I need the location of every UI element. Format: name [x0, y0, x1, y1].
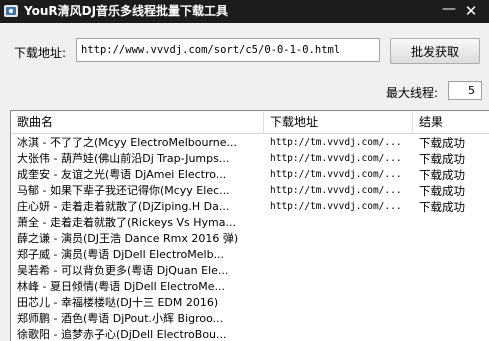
title-bar: YouR清风DJ音乐多线程批量下载工具 — ✕: [0, 0, 489, 23]
download-url-cell: http://tm.vvvdj.com/...: [270, 185, 402, 196]
result-cell: [419, 327, 489, 341]
list-row[interactable]: 庄心妍 - 走着走着就散了(DjZiping.H Da... http://tm…: [11, 199, 489, 215]
list-row[interactable]: 成奎安 - 友谊之光(粤语 DjAmei Electro... http://t…: [11, 167, 489, 183]
download-url-cell: [270, 311, 411, 327]
download-url-cell: http://tm.vvvdj.com/...: [270, 137, 402, 148]
song-name-cell: 吴若希 - 可以背负更多(粤语 DjQuan Ele...: [17, 264, 229, 277]
list-row[interactable]: 冰淇 - 不了了之(Mcyy ElectroMelbourne... http:…: [11, 135, 489, 151]
result-cell: [419, 263, 489, 279]
download-url-cell: [270, 231, 411, 247]
max-threads-input[interactable]: [448, 81, 482, 100]
column-header-download-url[interactable]: 下载地址: [264, 111, 413, 134]
download-url-cell: [270, 247, 411, 263]
download-url-input[interactable]: [76, 38, 380, 62]
song-name-cell: 大张伟 - 葫芦娃(佛山前沿Dj Trap-Jumps...: [17, 152, 230, 165]
download-url-cell: [270, 215, 411, 231]
result-cell: 下载成功: [419, 168, 465, 182]
list-row[interactable]: 林峰 - 夏日倾情(粤语 DjDell ElectroMe...: [11, 279, 489, 295]
song-name-cell: 田芯儿 - 幸福楼楼哒(DJ十三 EDM 2016): [17, 296, 219, 309]
batch-fetch-button[interactable]: 批发获取: [390, 38, 480, 64]
download-url-cell: [270, 295, 411, 311]
list-row[interactable]: 田芯儿 - 幸福楼楼哒(DJ十三 EDM 2016): [11, 295, 489, 311]
column-header-song-name[interactable]: 歌曲名: [11, 111, 264, 134]
download-url-cell: [270, 279, 411, 295]
song-name-cell: 徐歌阳 - 追梦赤子心(DjDell ElectroBou...: [17, 328, 227, 341]
song-name-cell: 薛之谦 - 演员(DJ王浩 Dance Rmx 2016 弹): [17, 232, 239, 245]
column-header-result[interactable]: 结果: [413, 111, 489, 134]
list-header: 歌曲名 下载地址 结果: [11, 111, 489, 134]
max-threads-label: 最大线程:: [386, 86, 439, 100]
download-url-cell: http://tm.vvvdj.com/...: [270, 153, 402, 164]
song-name-cell: 郑师鹏 - 酒色(粤语 DjPout.小辉 Bigroo...: [17, 312, 224, 325]
result-cell: [419, 247, 489, 263]
minimize-button[interactable]: —: [440, 2, 458, 20]
list-row[interactable]: 大张伟 - 葫芦娃(佛山前沿Dj Trap-Jumps... http://tm…: [11, 151, 489, 167]
app-icon: [4, 5, 18, 17]
download-url-cell: http://tm.vvvdj.com/...: [270, 201, 402, 212]
download-url-cell: http://tm.vvvdj.com/...: [270, 169, 402, 180]
window-title: YouR清风DJ音乐多线程批量下载工具: [24, 4, 229, 18]
result-cell: 下载成功: [419, 200, 465, 214]
result-cell: 下载成功: [419, 184, 465, 198]
song-name-cell: 郑子威 - 演员(粤语 DjDell ElectroMelb...: [17, 248, 225, 261]
list-row[interactable]: 萧全 - 走着走着就散了(Rickeys Vs Hyma...: [11, 215, 489, 231]
list-row[interactable]: 吴若希 - 可以背负更多(粤语 DjQuan Ele...: [11, 263, 489, 279]
list-row[interactable]: 郑子威 - 演员(粤语 DjDell ElectroMelb...: [11, 247, 489, 263]
download-url-label: 下载地址:: [14, 46, 67, 60]
result-cell: [419, 311, 489, 327]
download-url-cell: [270, 263, 411, 279]
result-cell: [419, 279, 489, 295]
song-name-cell: 萧全 - 走着走着就散了(Rickeys Vs Hyma...: [17, 216, 236, 229]
result-cell: 下载成功: [419, 136, 465, 150]
list-row[interactable]: 徐歌阳 - 追梦赤子心(DjDell ElectroBou...: [11, 327, 489, 341]
list-row[interactable]: 郑师鹏 - 酒色(粤语 DjPout.小辉 Bigroo...: [11, 311, 489, 327]
song-name-cell: 成奎安 - 友谊之光(粤语 DjAmei Electro...: [17, 168, 227, 181]
song-name-cell: 庄心妍 - 走着走着就散了(DjZiping.H Da...: [17, 200, 230, 213]
close-button[interactable]: ✕: [462, 2, 480, 20]
song-list[interactable]: 歌曲名 下载地址 结果 冰淇 - 不了了之(Mcyy ElectroMelbou…: [10, 110, 489, 341]
list-row[interactable]: 薛之谦 - 演员(DJ王浩 Dance Rmx 2016 弹): [11, 231, 489, 247]
list-row[interactable]: 马郁 - 如果下辈子我还记得你(Mcyy Elec... http://tm.v…: [11, 183, 489, 199]
result-cell: [419, 231, 489, 247]
song-name-cell: 林峰 - 夏日倾情(粤语 DjDell ElectroMe...: [17, 280, 226, 293]
result-cell: [419, 215, 489, 231]
result-cell: [419, 295, 489, 311]
list-rows: 冰淇 - 不了了之(Mcyy ElectroMelbourne... http:…: [11, 135, 489, 341]
result-cell: 下载成功: [419, 152, 465, 166]
song-name-cell: 冰淇 - 不了了之(Mcyy ElectroMelbourne...: [17, 136, 238, 149]
song-name-cell: 马郁 - 如果下辈子我还记得你(Mcyy Elec...: [17, 184, 230, 197]
download-url-cell: [270, 327, 411, 341]
